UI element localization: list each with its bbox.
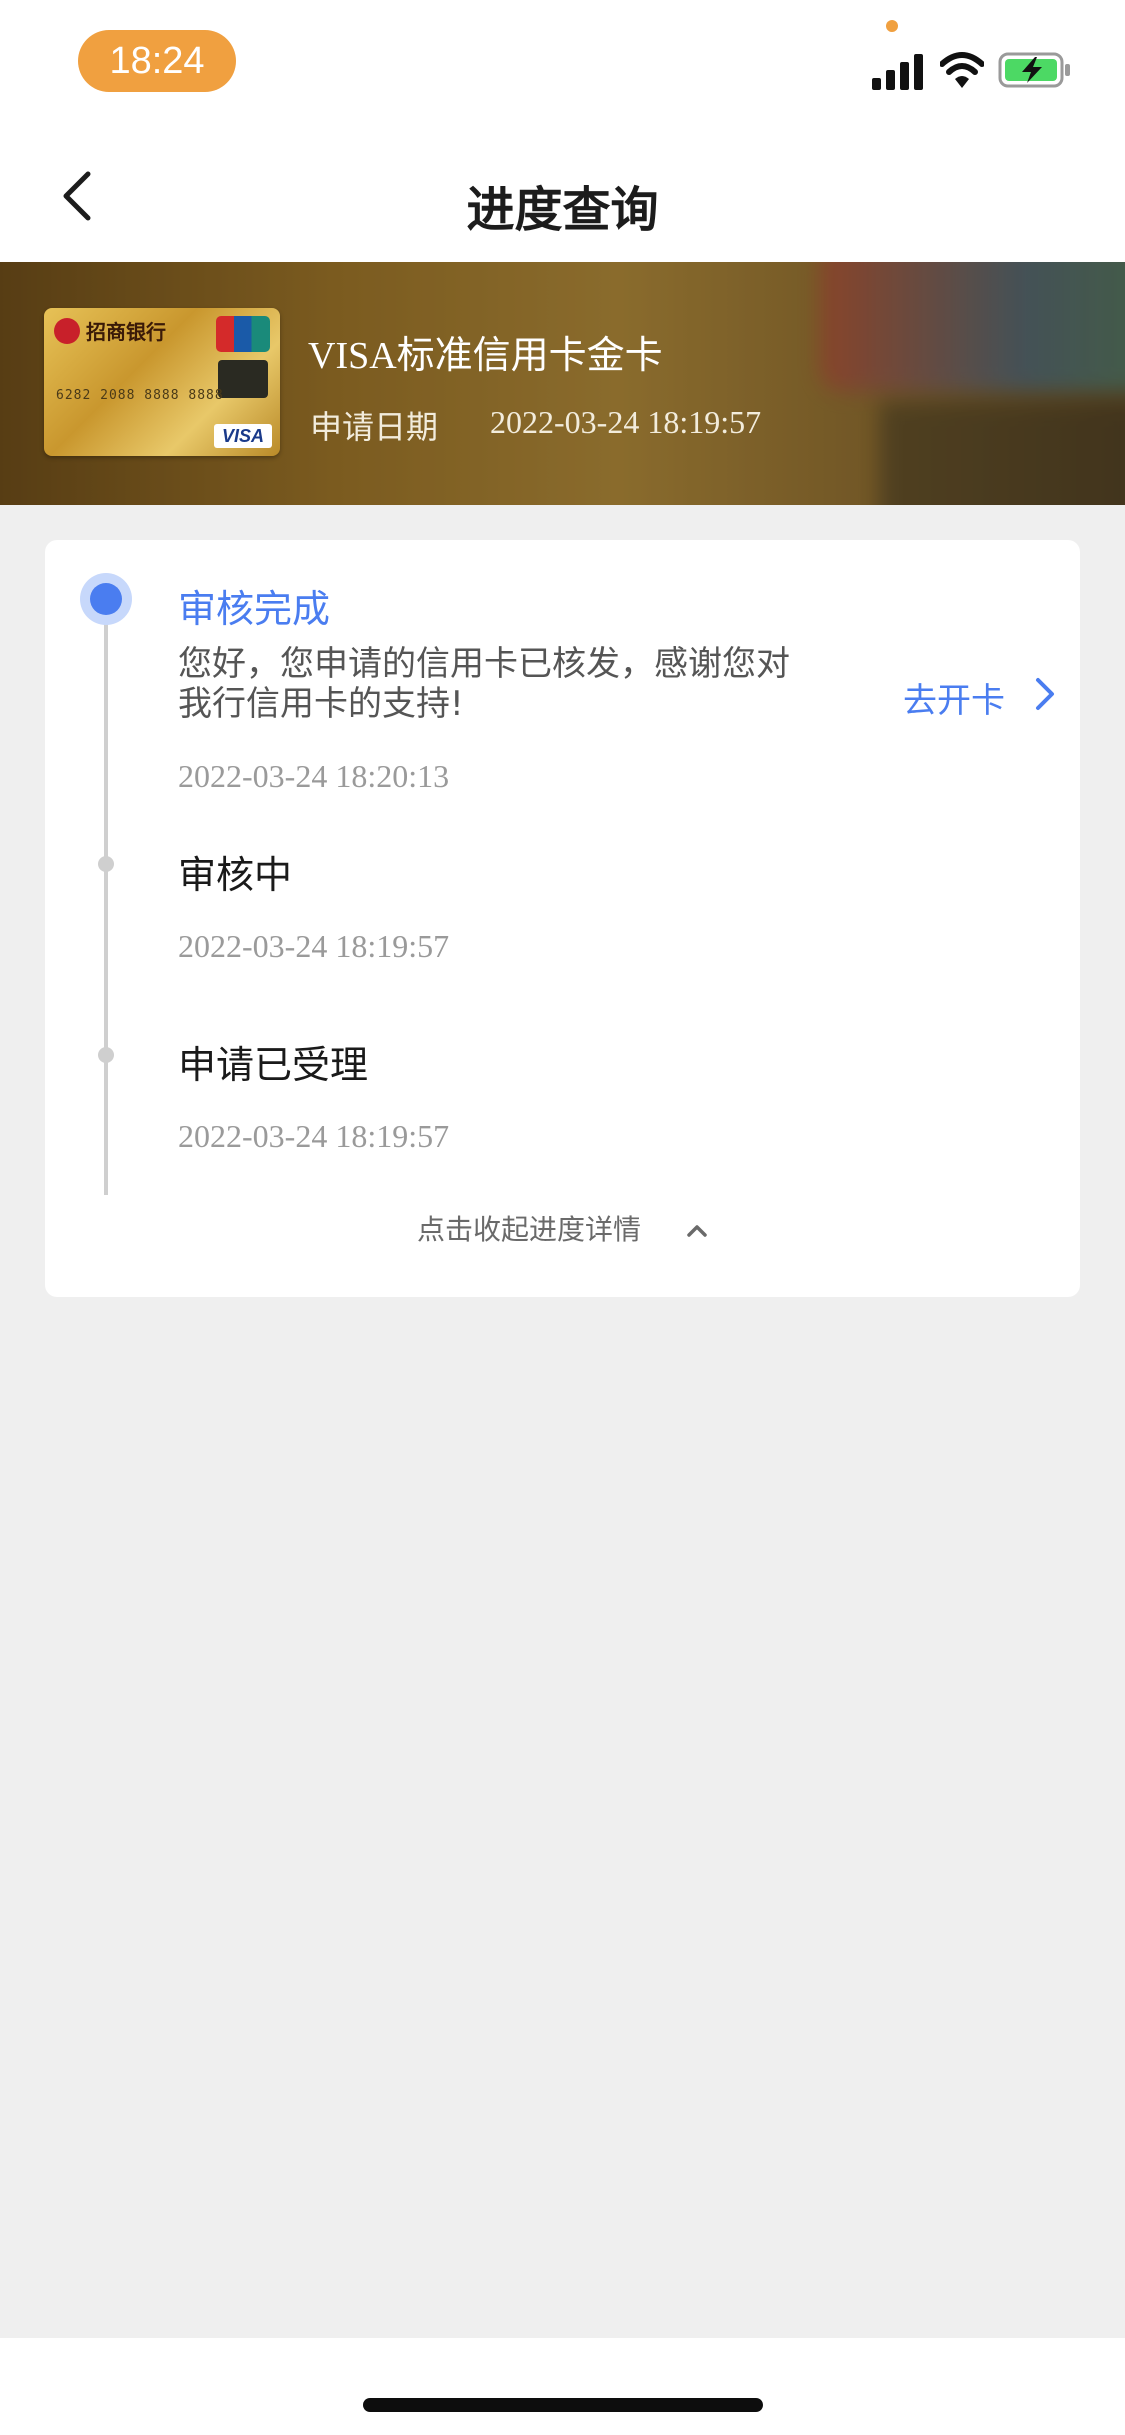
bottom-safe-area xyxy=(0,2338,1125,2435)
card-product-name: VISA标准信用卡金卡 xyxy=(308,335,663,377)
status-time: 18:24 xyxy=(78,30,236,92)
page-title: 进度查询 xyxy=(466,182,659,238)
open-card-link[interactable]: 去开卡 xyxy=(903,673,1005,722)
card-bank-name: 招商银行 xyxy=(86,320,166,344)
home-indicator[interactable] xyxy=(363,2398,763,2412)
chevron-up-icon xyxy=(687,1225,707,1237)
wifi-icon xyxy=(940,52,984,88)
apply-date-label: 申请日期 xyxy=(310,408,439,446)
battery-charging-icon xyxy=(998,52,1070,88)
unionpay-logo-icon xyxy=(216,316,270,352)
step-message: 您好，您申请的信用卡已核发，感谢您对我行信用卡的支持! xyxy=(178,644,790,724)
credit-card-image: 招商银行 6282 2088 8888 8888 VISA xyxy=(44,308,280,456)
collapse-details-button[interactable]: 点击收起进度详情 xyxy=(45,1208,1080,1248)
step-title-accepted: 申请已受理 xyxy=(178,1043,369,1087)
step-title-reviewing: 审核中 xyxy=(178,853,293,897)
step-time: 2022-03-24 18:19:57 xyxy=(178,928,450,964)
signal-icon xyxy=(872,52,926,90)
timeline-line xyxy=(104,600,108,1195)
card-emblem-icon xyxy=(218,360,268,398)
bank-logo-icon xyxy=(54,318,80,344)
card-banner: 招商银行 6282 2088 8888 8888 VISA VISA标准信用卡金… xyxy=(0,262,1125,505)
apply-date-value: 2022-03-24 18:19:57 xyxy=(490,404,762,440)
step-time: 2022-03-24 18:19:57 xyxy=(178,1118,450,1154)
collapse-label: 点击收起进度详情 xyxy=(417,1213,642,1246)
card-number: 6282 2088 8888 8888 xyxy=(56,388,224,403)
step-title-approved: 审核完成 xyxy=(178,587,331,631)
nav-bar: 进度查询 xyxy=(0,130,1125,262)
progress-card: 审核完成 您好，您申请的信用卡已核发，感谢您对我行信用卡的支持! 去开卡 202… xyxy=(45,540,1080,1297)
visa-logo: VISA xyxy=(214,424,272,448)
step-time: 2022-03-24 18:20:13 xyxy=(178,758,450,794)
privacy-indicator-dot xyxy=(886,20,898,32)
timeline-dot xyxy=(98,1047,114,1063)
status-bar: 18:24 xyxy=(0,0,1125,130)
chevron-right-icon[interactable] xyxy=(1030,674,1058,714)
timeline-dot xyxy=(98,856,114,872)
timeline-current-dot xyxy=(80,573,132,625)
